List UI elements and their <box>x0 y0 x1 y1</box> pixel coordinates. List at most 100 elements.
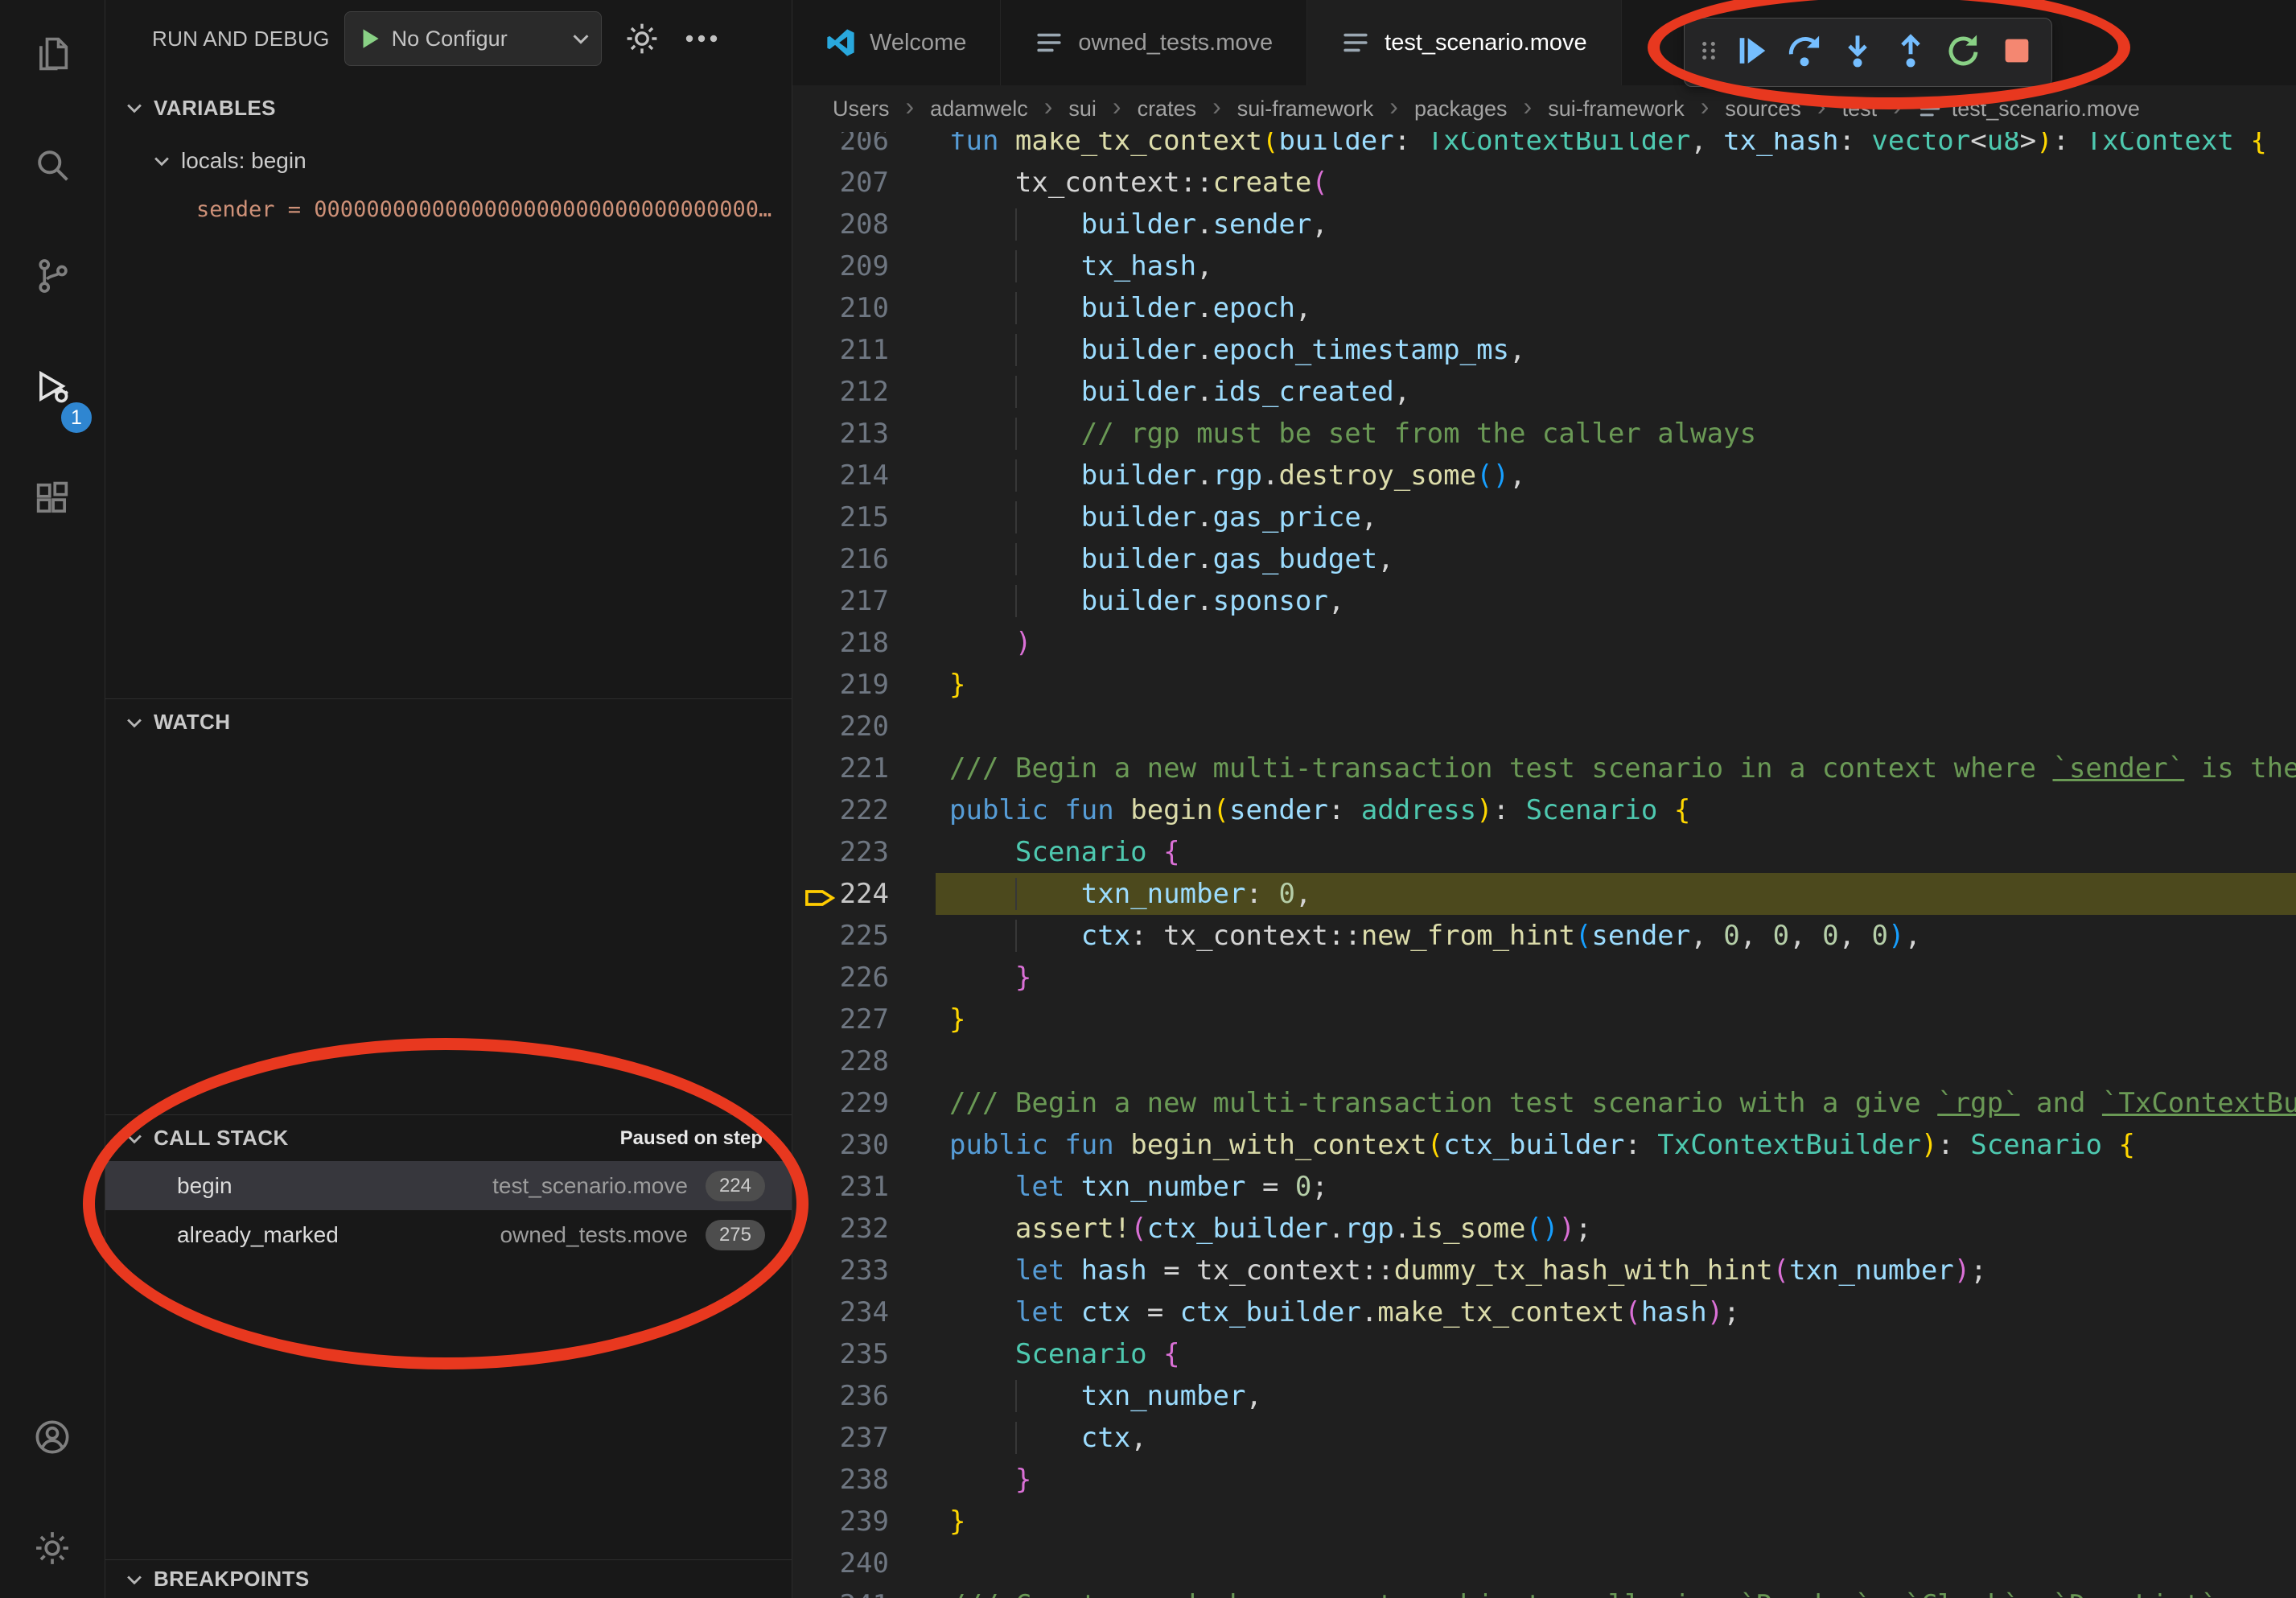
code-line-217[interactable]: 217 builder.sponsor, <box>792 580 2296 622</box>
line-number[interactable]: 231 <box>792 1166 889 1208</box>
start-debugging-icon[interactable] <box>356 25 384 52</box>
activity-extensions[interactable] <box>0 444 105 555</box>
activity-settings[interactable] <box>0 1494 105 1598</box>
activity-run-and-debug[interactable]: 1 <box>0 333 105 444</box>
line-number[interactable]: 214 <box>792 455 889 496</box>
variables-section-header[interactable]: VARIABLES <box>105 87 792 129</box>
code-line-212[interactable]: 212 builder.ids_created, <box>792 371 2296 413</box>
line-number[interactable]: 223 <box>792 831 889 873</box>
breadcrumb-item[interactable]: packages <box>1414 97 1508 121</box>
line-number[interactable]: 208 <box>792 204 889 245</box>
breadcrumb-item[interactable]: sui-framework <box>1548 97 1685 121</box>
line-number[interactable]: 227 <box>792 999 889 1040</box>
activity-accounts[interactable] <box>0 1383 105 1494</box>
line-number[interactable]: 225 <box>792 915 889 957</box>
line-number[interactable]: 221 <box>792 748 889 789</box>
code-line-218[interactable]: 218 ) <box>792 622 2296 664</box>
line-number[interactable]: 209 <box>792 245 889 287</box>
line-number[interactable]: 236 <box>792 1375 889 1417</box>
code-line-216[interactable]: 216 builder.gas_budget, <box>792 538 2296 580</box>
code-line-241[interactable]: 241/// Creates and shares system objects… <box>792 1584 2296 1598</box>
line-number[interactable]: 207 <box>792 162 889 204</box>
breadcrumb-file[interactable]: test_scenario.move <box>1918 97 2140 121</box>
code-line-234[interactable]: 234 let ctx = ctx_builder.make_tx_contex… <box>792 1291 2296 1333</box>
code-line-209[interactable]: 209 tx_hash, <box>792 245 2296 287</box>
line-number[interactable]: 237 <box>792 1417 889 1459</box>
tab-welcome[interactable]: Welcome <box>792 0 1001 85</box>
debug-restart-button[interactable] <box>1937 24 1990 80</box>
code-line-213[interactable]: 213 // rgp must be set from the caller a… <box>792 413 2296 455</box>
breadcrumb-item[interactable]: Users <box>833 97 890 121</box>
code-line-239[interactable]: 239} <box>792 1501 2296 1542</box>
code-line-232[interactable]: 232 assert!(ctx_builder.rgp.is_some()); <box>792 1208 2296 1250</box>
code-line-228[interactable]: 228 <box>792 1040 2296 1082</box>
line-number[interactable]: 229 <box>792 1082 889 1124</box>
code-line-235[interactable]: 235 Scenario { <box>792 1333 2296 1375</box>
breadcrumb-item[interactable]: test <box>1842 97 1878 121</box>
debug-step-over-button[interactable] <box>1778 24 1831 80</box>
debug-step-out-button[interactable] <box>1884 24 1937 80</box>
code-line-226[interactable]: 226 } <box>792 957 2296 999</box>
breadcrumb-item[interactable]: crates <box>1138 97 1197 121</box>
line-number[interactable]: 232 <box>792 1208 889 1250</box>
code-line-240[interactable]: 240 <box>792 1542 2296 1584</box>
watch-section-header[interactable]: WATCH <box>105 698 792 745</box>
tab-test-scenario-move[interactable]: test_scenario.move <box>1307 0 1621 85</box>
line-number[interactable]: 230 <box>792 1124 889 1166</box>
code-line-227[interactable]: 227} <box>792 999 2296 1040</box>
code-line-229[interactable]: 229/// Begin a new multi-transaction tes… <box>792 1082 2296 1124</box>
activity-explorer[interactable] <box>0 0 105 111</box>
code-line-237[interactable]: 237 ctx, <box>792 1417 2296 1459</box>
more-actions-icon[interactable] <box>682 19 721 58</box>
line-number[interactable]: 210 <box>792 287 889 329</box>
debug-config-dropdown[interactable]: No Configur <box>344 11 602 66</box>
debug-continue-button[interactable] <box>1725 24 1778 80</box>
breadcrumb-item[interactable]: sui <box>1068 97 1097 121</box>
code-line-215[interactable]: 215 builder.gas_price, <box>792 496 2296 538</box>
debug-gear-icon[interactable] <box>623 19 661 58</box>
call-stack-section-header[interactable]: CALL STACK Paused on step <box>105 1114 792 1161</box>
code-line-221[interactable]: 221/// Begin a new multi-transaction tes… <box>792 748 2296 789</box>
line-number[interactable]: 240 <box>792 1542 889 1584</box>
breadcrumb-item[interactable]: sources <box>1725 97 1801 121</box>
code-line-233[interactable]: 233 let hash = tx_context::dummy_tx_hash… <box>792 1250 2296 1291</box>
debug-gripper[interactable] <box>1693 24 1725 80</box>
code-line-207[interactable]: 207 tx_context::create( <box>792 162 2296 204</box>
code-line-208[interactable]: 208 builder.sender, <box>792 204 2296 245</box>
callstack-frame[interactable]: begintest_scenario.move224 <box>105 1161 792 1210</box>
tab-owned-tests-move[interactable]: owned_tests.move <box>1001 0 1307 85</box>
code-line-236[interactable]: 236 txn_number, <box>792 1375 2296 1417</box>
code-line-220[interactable]: 220 <box>792 706 2296 748</box>
line-number[interactable]: 213 <box>792 413 889 455</box>
line-number[interactable]: 234 <box>792 1291 889 1333</box>
line-number[interactable]: 235 <box>792 1333 889 1375</box>
line-number[interactable]: 212 <box>792 371 889 413</box>
line-number[interactable]: 241 <box>792 1584 889 1598</box>
breadcrumb-item[interactable]: sui-framework <box>1237 97 1374 121</box>
code-line-211[interactable]: 211 builder.epoch_timestamp_ms, <box>792 329 2296 371</box>
code-line-224[interactable]: 224 txn_number: 0, <box>792 873 2296 915</box>
line-number[interactable]: 218 <box>792 622 889 664</box>
code-line-219[interactable]: 219} <box>792 664 2296 706</box>
breakpoints-section-header[interactable]: BREAKPOINTS <box>105 1559 792 1598</box>
activity-search[interactable] <box>0 111 105 222</box>
code-line-238[interactable]: 238 } <box>792 1459 2296 1501</box>
code-editor[interactable]: 206fun make_tx_context(builder: TxContex… <box>792 120 2296 1598</box>
code-line-214[interactable]: 214 builder.rgp.destroy_some(), <box>792 455 2296 496</box>
debug-stop-button[interactable] <box>1990 24 2043 80</box>
variables-scope-locals[interactable]: locals: begin <box>105 138 792 183</box>
line-number[interactable]: 226 <box>792 957 889 999</box>
code-line-231[interactable]: 231 let txn_number = 0; <box>792 1166 2296 1208</box>
line-number[interactable]: 217 <box>792 580 889 622</box>
line-number[interactable]: 211 <box>792 329 889 371</box>
variable-sender[interactable]: sender = 0000000000000000000000000000000… <box>196 192 784 229</box>
line-number[interactable]: 220 <box>792 706 889 748</box>
activity-source-control[interactable] <box>0 222 105 333</box>
callstack-frame[interactable]: already_markedowned_tests.move275 <box>105 1210 792 1259</box>
line-number[interactable]: 216 <box>792 538 889 580</box>
line-number[interactable]: 219 <box>792 664 889 706</box>
line-number[interactable]: 238 <box>792 1459 889 1501</box>
line-number[interactable]: 233 <box>792 1250 889 1291</box>
line-number[interactable]: 222 <box>792 789 889 831</box>
line-number[interactable]: 239 <box>792 1501 889 1542</box>
